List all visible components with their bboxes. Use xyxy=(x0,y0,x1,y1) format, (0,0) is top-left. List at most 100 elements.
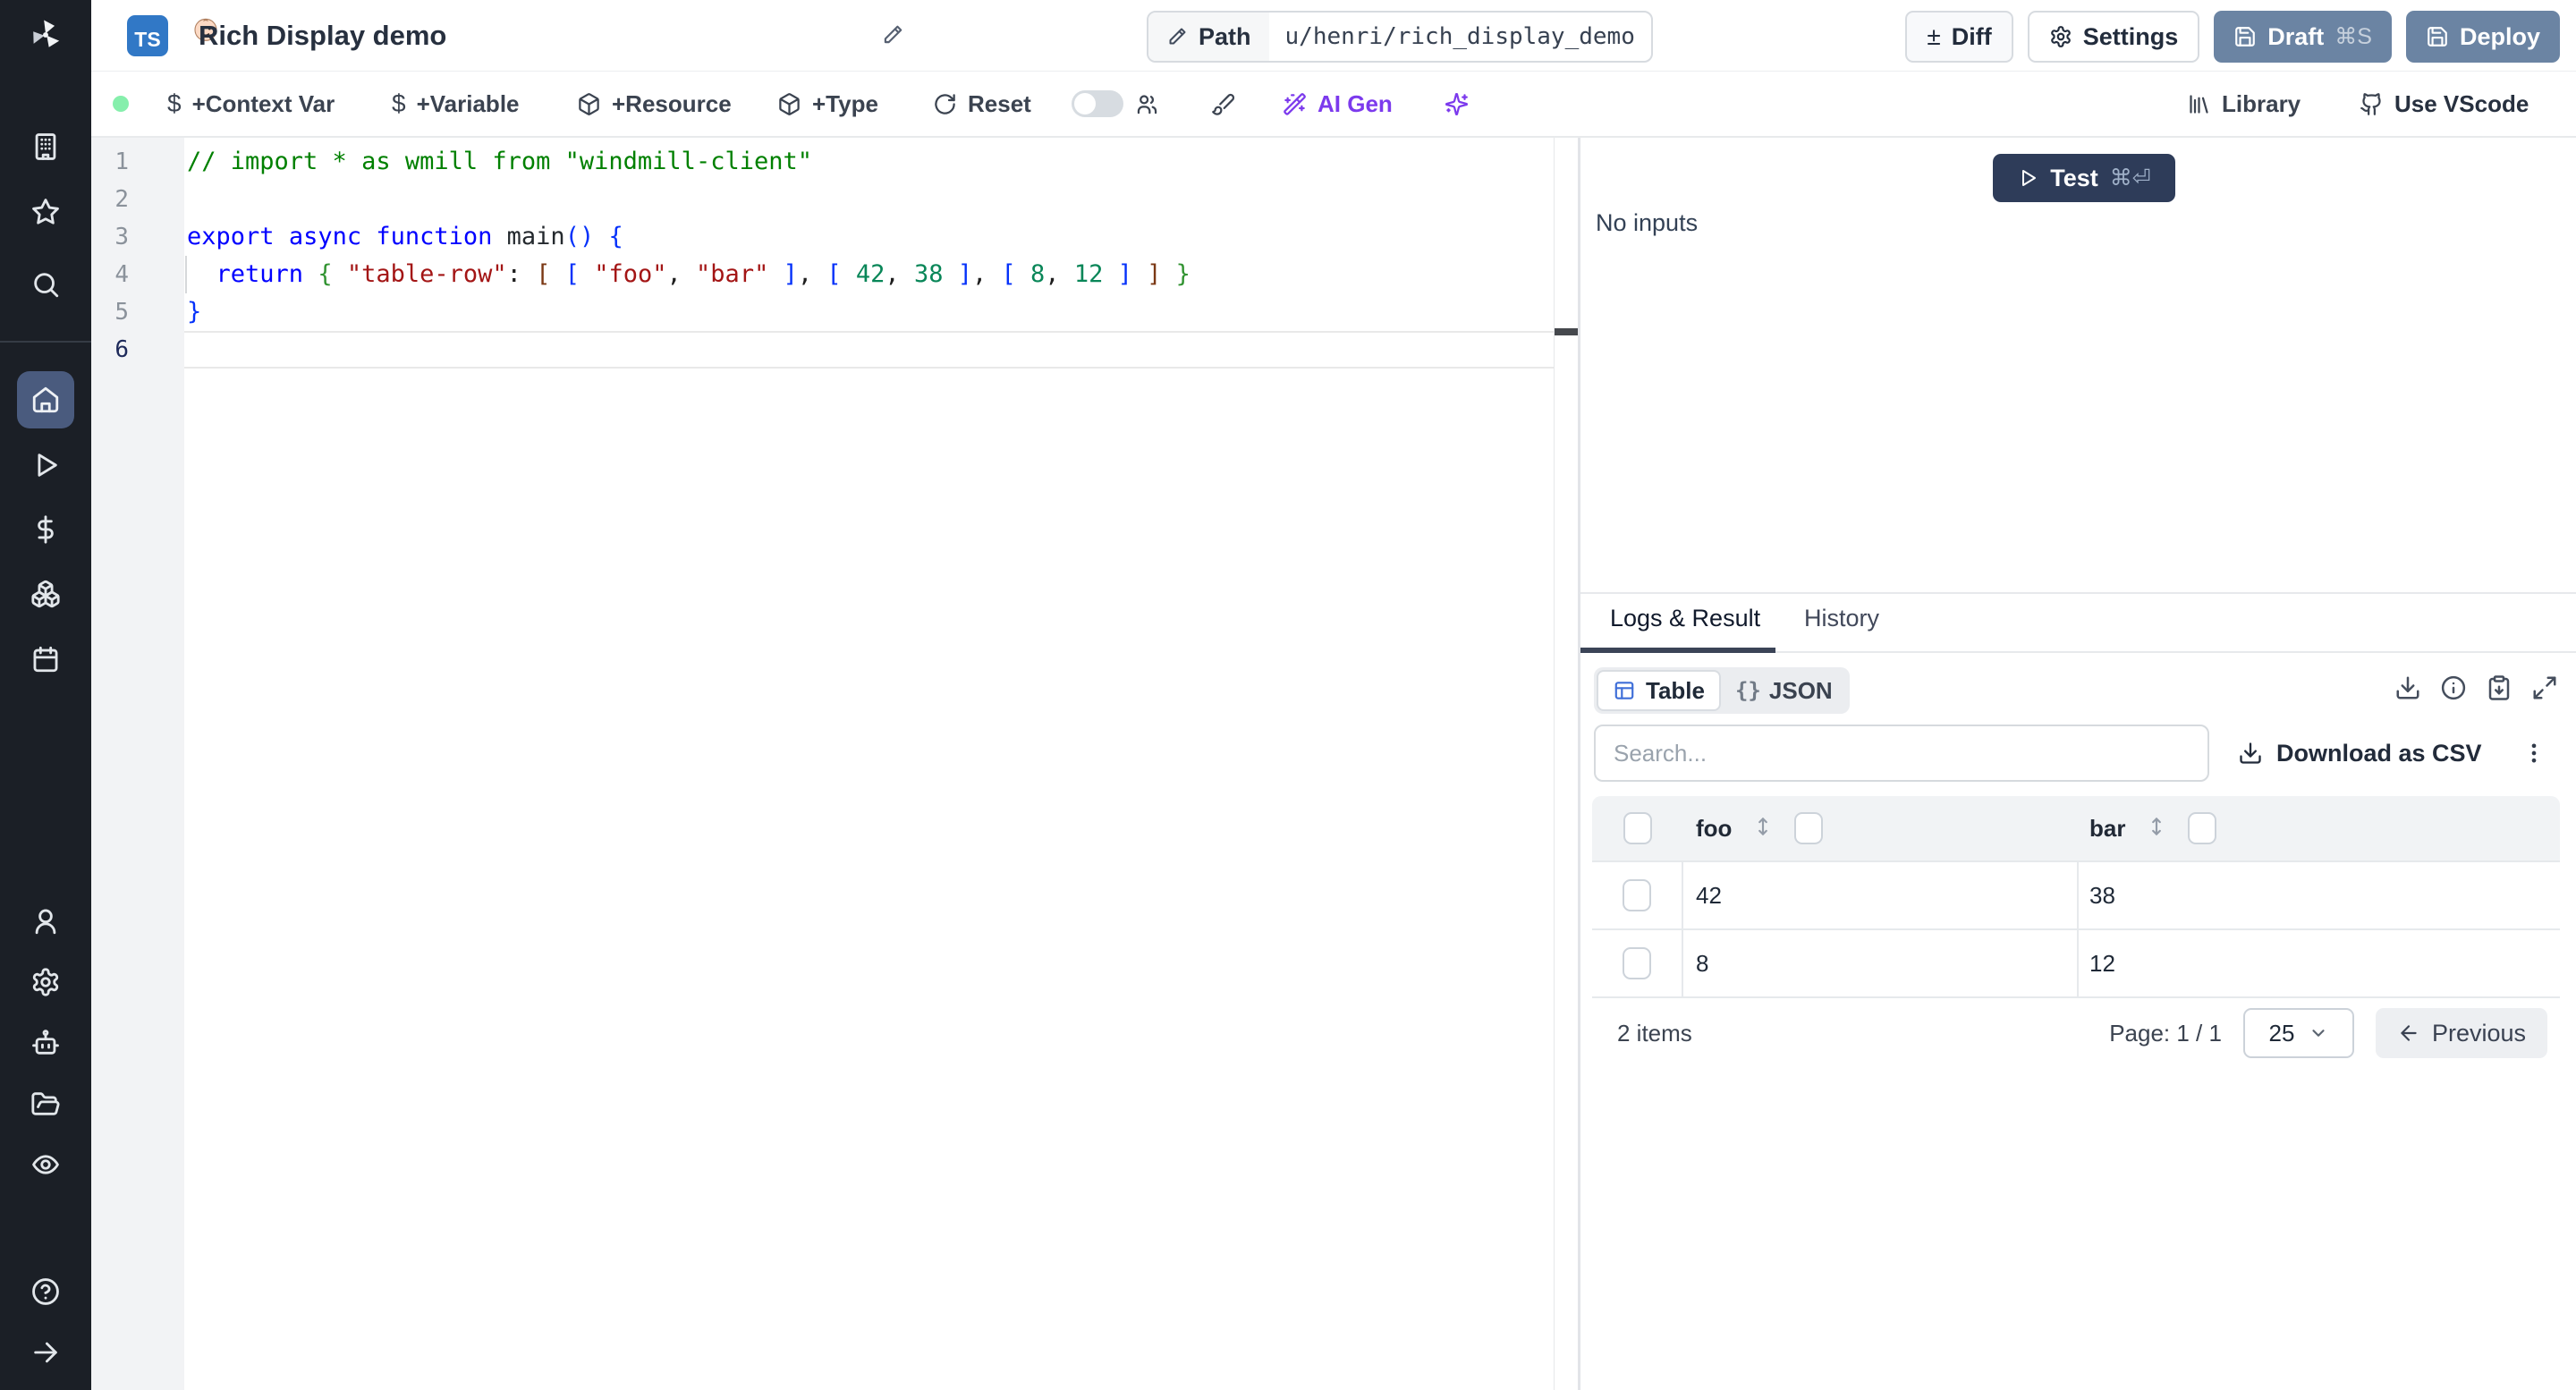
help-question-icon[interactable] xyxy=(24,1270,67,1313)
chevron-down-icon xyxy=(2312,1030,2326,1037)
path-edit-button[interactable]: Path xyxy=(1148,13,1269,61)
info-icon[interactable] xyxy=(2440,674,2467,701)
code-lines[interactable]: 1// import * as wmill from "windmill-cli… xyxy=(91,143,1554,369)
workspace-building-icon[interactable] xyxy=(24,125,67,168)
runs-play-icon[interactable] xyxy=(24,444,67,487)
save-icon xyxy=(2428,27,2447,47)
code-line[interactable]: 5} xyxy=(91,293,1554,331)
table-row[interactable]: 8 12 xyxy=(1592,928,2560,996)
variables-dollar-icon[interactable] xyxy=(24,508,67,551)
line-number: 1 xyxy=(114,148,129,175)
tab-logs-result[interactable]: Logs & Result xyxy=(1610,605,1760,632)
copy-clipboard-icon[interactable] xyxy=(2486,674,2512,701)
table-footer: 2 items Page: 1 / 1 25 Previous xyxy=(1592,996,2560,1068)
use-vscode-button[interactable]: Use VScode xyxy=(2360,72,2529,136)
column-foo-checkbox[interactable] xyxy=(1794,812,1824,844)
add-context-var-button[interactable]: $ +Context Var xyxy=(167,72,335,136)
audit-eye-icon[interactable] xyxy=(24,1143,67,1186)
sparkles-icon[interactable] xyxy=(1445,72,1469,136)
settings-gear-icon[interactable] xyxy=(24,961,67,1004)
page-size-select[interactable]: 25 xyxy=(2242,1008,2354,1058)
test-button[interactable]: Test ⌘⏎ xyxy=(1993,154,2175,202)
path-value: u/henri/rich_display_demo xyxy=(1284,23,1635,50)
active-tab-underline xyxy=(1580,648,1775,653)
toggle-switch[interactable] xyxy=(1072,90,1123,117)
row-checkbox[interactable] xyxy=(1623,879,1651,911)
arrow-left-icon xyxy=(2401,1025,2417,1041)
column-header-foo[interactable]: foo xyxy=(1696,815,1732,843)
folders-icon[interactable] xyxy=(24,1082,67,1125)
sort-bar-icon[interactable] xyxy=(2145,815,2168,843)
sidebar xyxy=(0,0,91,1390)
previous-page-button[interactable]: Previous xyxy=(2375,1008,2547,1058)
row-checkbox[interactable] xyxy=(1623,947,1651,979)
schedules-calendar-icon[interactable] xyxy=(24,638,67,681)
braces-icon: {} xyxy=(1734,678,1761,703)
code-line[interactable]: 1// import * as wmill from "windmill-cli… xyxy=(91,143,1554,181)
view-table-button[interactable]: Table xyxy=(1597,670,1721,711)
code-editor[interactable]: 1// import * as wmill from "windmill-cli… xyxy=(91,138,1554,1390)
tab-history[interactable]: History xyxy=(1804,605,1879,632)
users-person-icon[interactable] xyxy=(24,900,67,943)
column-header-bar[interactable]: bar xyxy=(2089,815,2125,843)
add-variable-button[interactable]: $ +Variable xyxy=(392,72,520,136)
favorites-star-icon[interactable] xyxy=(24,191,67,233)
page-title: Rich Display demo xyxy=(199,20,447,51)
line-number: 4 xyxy=(114,261,129,288)
library-button[interactable]: Library xyxy=(2187,72,2301,136)
sidebar-item-home[interactable] xyxy=(17,371,74,428)
settings-button[interactable]: Settings xyxy=(2027,11,2200,63)
path-label: Path xyxy=(1199,22,1251,50)
deploy-button[interactable]: Deploy xyxy=(2405,11,2560,63)
line-number: 5 xyxy=(114,299,129,326)
code-line[interactable]: 6 xyxy=(91,331,1554,369)
add-type-button[interactable]: +Type xyxy=(777,72,878,136)
editor-toolbar: $ +Context Var $ +Variable +Resource +Ty… xyxy=(91,72,2576,138)
search-icon[interactable] xyxy=(24,263,67,306)
result-view-switcher: Table {} JSON xyxy=(1594,667,1850,714)
scrollbar-cursor-mark xyxy=(1555,328,1579,335)
typescript-badge: TS xyxy=(127,15,217,56)
expand-icon[interactable] xyxy=(2531,674,2558,701)
line-number: 3 xyxy=(114,224,129,250)
pencil-icon xyxy=(1169,28,1186,45)
diff-button[interactable]: ± Diff xyxy=(1905,11,2013,63)
download-result-icon[interactable] xyxy=(2394,674,2421,701)
package-icon xyxy=(579,92,599,115)
path-control[interactable]: Path u/henri/rich_display_demo xyxy=(1147,11,1653,63)
dollar-icon: $ xyxy=(167,89,182,117)
reset-button[interactable]: Reset xyxy=(933,72,1031,136)
code-line[interactable]: 4 return { "table-row": [ [ "foo", "bar"… xyxy=(91,256,1554,293)
resources-boxes-icon[interactable] xyxy=(24,572,67,615)
editor-scrollbar[interactable] xyxy=(1554,138,1579,1390)
code-line[interactable]: 3 export async function main() { xyxy=(91,218,1554,256)
items-count: 2 items xyxy=(1617,1019,1692,1047)
add-resource-button[interactable]: +Resource xyxy=(577,72,732,136)
no-inputs-label: No inputs xyxy=(1596,209,1699,236)
ai-gen-button[interactable]: AI Gen xyxy=(1283,72,1393,136)
windmill-logo-icon[interactable] xyxy=(22,12,69,58)
header: TS Rich Display demo Path u/henri/rich_d… xyxy=(91,0,2576,72)
diff-icon: ± xyxy=(1927,22,1941,50)
table-options-kebab-icon[interactable] xyxy=(2518,732,2550,775)
sidebar-divider xyxy=(0,341,91,343)
select-all-checkbox[interactable] xyxy=(1623,812,1652,844)
sort-foo-icon[interactable] xyxy=(1751,815,1775,843)
search-input[interactable] xyxy=(1594,725,2209,782)
edit-summary-pencil-icon[interactable] xyxy=(881,23,904,51)
code-line[interactable]: 2 xyxy=(91,181,1554,218)
library-icon xyxy=(2190,94,2208,114)
collapse-arrow-right-icon[interactable] xyxy=(24,1331,67,1374)
draft-button[interactable]: Draft ⌘S xyxy=(2214,11,2392,63)
format-brush-icon[interactable] xyxy=(1211,72,1235,136)
workers-robot-icon[interactable] xyxy=(24,1021,67,1064)
play-icon xyxy=(2022,170,2037,186)
right-panel: Test ⌘⏎ No inputs Logs & Result History … xyxy=(1580,138,2576,1390)
view-json-button[interactable]: {} JSON xyxy=(1721,677,1847,705)
collaborators-icon[interactable] xyxy=(1135,72,1159,136)
package-icon xyxy=(779,92,800,115)
download-csv-button[interactable]: Download as CSV xyxy=(2238,732,2482,775)
diff-mode-toggle[interactable] xyxy=(1072,72,1123,136)
table-row[interactable]: 42 38 xyxy=(1592,860,2560,928)
column-bar-checkbox[interactable] xyxy=(2188,812,2217,844)
